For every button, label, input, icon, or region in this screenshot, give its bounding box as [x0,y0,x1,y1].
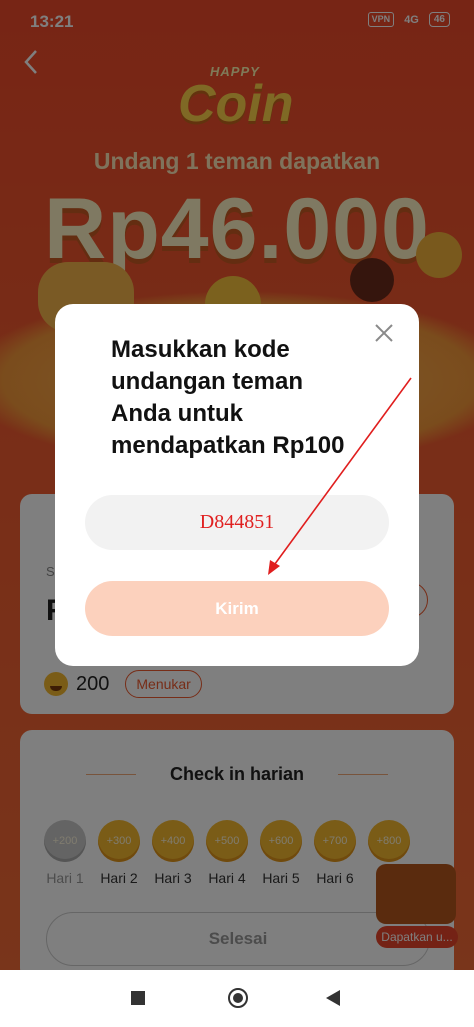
recents-icon[interactable] [131,991,145,1005]
dialog-title: Masukkan kode undangan teman Anda untuk … [111,336,345,459]
home-icon[interactable] [228,988,248,1008]
system-nav-bar [0,970,474,1027]
invite-code-input[interactable] [115,510,359,535]
submit-button[interactable]: Kirim [85,581,389,636]
close-icon [375,324,393,342]
invite-code-field[interactable] [85,495,389,550]
invite-code-dialog: Masukkan kode undangan teman Anda untuk … [55,304,419,666]
back-icon[interactable] [326,990,340,1006]
close-button[interactable] [369,318,399,348]
